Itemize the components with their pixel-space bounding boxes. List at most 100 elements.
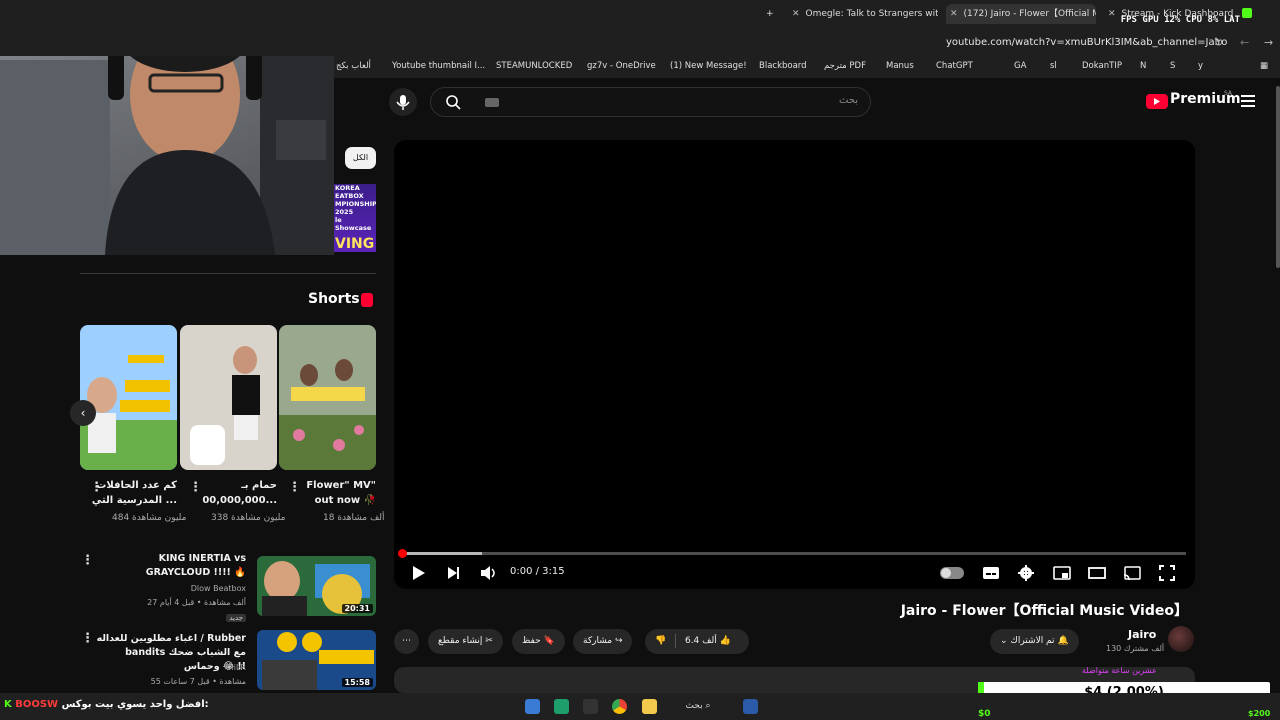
play-icon[interactable] (410, 564, 430, 582)
promo-text: 2025 (335, 208, 354, 216)
bookmark-item[interactable]: Manus (886, 61, 914, 71)
bookmark-item[interactable]: ChatGPT (936, 61, 973, 71)
subscriber-count: 130 ألف مشترك (1106, 644, 1165, 653)
back-icon[interactable]: → (1264, 36, 1273, 49)
autoplay-toggle[interactable] (940, 567, 964, 579)
scrollbar[interactable] (1276, 86, 1280, 268)
subscribed-button[interactable]: ⌄ تم الاشتراك 🔔 (990, 629, 1079, 654)
rec-video-title[interactable]: اغباء مطلوبين للعداله / Rubber bandits م… (96, 632, 246, 674)
fullscreen-icon[interactable] (1158, 564, 1178, 582)
divider (80, 273, 376, 274)
more-options-icon[interactable]: ⋮ (81, 553, 94, 568)
url-field[interactable]: youtube.com/watch?v=xmuBUrKl3IM&ab_chann… (946, 37, 1227, 48)
more-options-icon[interactable]: ⋮ (189, 480, 202, 495)
more-actions-button[interactable]: ⋯ (394, 629, 419, 654)
rec-thumbnail[interactable]: 15:58 (257, 630, 376, 690)
more-bookmarks-icon[interactable]: ▦ (1260, 61, 1268, 71)
bookmark-item[interactable]: gz7v - OneDrive (587, 61, 656, 71)
taskbar-app-icon[interactable] (743, 699, 758, 714)
bookmark-item[interactable]: Blackboard (759, 61, 807, 71)
volume-icon[interactable] (479, 564, 499, 582)
close-icon[interactable]: ✕ (950, 9, 958, 19)
more-options-icon[interactable]: ⋮ (288, 480, 301, 495)
chrome-icon[interactable] (612, 699, 627, 714)
promo-thumbnail[interactable]: KOREA EATBOX MPIONSHIP 2025 le Showcase … (334, 184, 376, 252)
shorts-prev-button[interactable]: ‹ (70, 400, 96, 426)
promo-text: le Showcase (335, 216, 372, 232)
short-image (180, 325, 277, 470)
tab-omegle[interactable]: ✕ Omegle: Talk to Strangers with (788, 4, 938, 24)
screen: + ✕ Omegle: Talk to Strangers with ✕ (172)… (0, 0, 1280, 720)
like-icon[interactable]: 👍 (720, 636, 731, 646)
close-icon[interactable]: ✕ (792, 9, 800, 19)
chip-all[interactable]: الكل (345, 147, 376, 169)
short-thumbnail[interactable] (279, 325, 376, 470)
bookmark-item[interactable]: STEAMUNLOCKED (496, 61, 572, 71)
folder-icon[interactable] (642, 699, 657, 714)
terminal-icon[interactable] (583, 699, 598, 714)
search-icon[interactable] (445, 94, 461, 110)
bookmark-item[interactable]: (1) New Message! (670, 61, 747, 71)
hamburger-menu-icon[interactable] (1241, 95, 1255, 110)
short-views: 18 ألف مشاهدة (323, 513, 385, 523)
taskbar-app-icon[interactable] (554, 699, 569, 714)
share-button[interactable]: مشاركة ↪ (573, 629, 633, 654)
channel-avatar[interactable] (1168, 626, 1194, 652)
taskbar-app-icon[interactable] (525, 699, 540, 714)
tab-youtube[interactable]: ✕ (172) Jairo - Flower【Official Mu (946, 4, 1096, 24)
dislike-icon[interactable]: 👎 (655, 636, 666, 646)
goal-caption: عشرين ساعة متواصلة (1082, 666, 1157, 675)
like-count[interactable]: 6.4 ألف (685, 636, 717, 646)
taskbar-search[interactable]: بحث ⌕ (668, 698, 728, 715)
progress-buffer (402, 552, 482, 555)
bookmark-item[interactable]: ألعاب بكج (336, 61, 371, 71)
bookmark-item[interactable]: GA (1014, 61, 1026, 71)
bookmark-item[interactable]: S (1170, 61, 1175, 71)
promo-text: EATBOX (335, 192, 364, 200)
youtube-logo-icon[interactable] (1146, 94, 1168, 109)
save-button[interactable]: حفظ 🔖 (512, 629, 565, 654)
next-icon[interactable] (445, 564, 465, 582)
bookmark-item[interactable]: مترجم PDF (824, 61, 866, 71)
rec-video-title[interactable]: KING INERTIA vs GRAYCLOUD !!!! 🔥 (96, 552, 246, 580)
bookmark-item[interactable]: Youtube thumbnail I... (392, 61, 485, 71)
forward-icon[interactable]: ← (1240, 36, 1249, 49)
channel-name[interactable]: Jairo (1128, 628, 1156, 641)
rec-channel[interactable]: Dlow Beatbox (191, 584, 246, 593)
short-thumbnail[interactable] (80, 325, 177, 470)
like-dislike-group: 👎 6.4 ألف 👍 (645, 629, 749, 654)
scrubber-handle[interactable] (398, 549, 407, 558)
lat-label: LAT (1223, 15, 1240, 25)
rec-meta: 27 ألف مشاهدة • قبل 4 أيام (147, 598, 246, 607)
clip-button[interactable]: إنشاء مقطع ✂ (428, 629, 503, 654)
bookmark-item[interactable]: N (1140, 61, 1146, 71)
chat-text: افضل واحد يسوي بيت بوكس: (61, 699, 209, 710)
voice-search-button[interactable] (389, 88, 417, 116)
bookmark-item[interactable]: DokanTIP (1082, 61, 1122, 71)
progress-bar[interactable] (402, 552, 1186, 555)
video-player[interactable] (394, 140, 1195, 589)
more-options-icon[interactable]: ⋮ (90, 480, 103, 495)
new-tab-button[interactable]: + (762, 4, 780, 24)
close-icon[interactable]: ✕ (1108, 9, 1116, 19)
search-box[interactable]: بحث (430, 87, 871, 117)
perf-overlay: FPS GPU 12% CPU 8% LAT (1121, 15, 1240, 25)
new-badge: جديد (226, 613, 246, 622)
settings-gear-icon[interactable] (1017, 564, 1037, 582)
bookmark-icon: 🔖 (543, 636, 555, 646)
rec-channel[interactable]: TiiLR (227, 663, 246, 672)
subtitles-icon[interactable] (982, 564, 1002, 582)
search-input[interactable]: بحث (839, 95, 858, 106)
cast-icon[interactable] (1123, 564, 1143, 582)
theater-mode-icon[interactable] (1088, 564, 1108, 582)
bookmark-item[interactable]: sl (1050, 61, 1057, 71)
keyboard-icon[interactable] (485, 98, 499, 107)
reload-icon[interactable]: ↻ (1214, 36, 1223, 49)
share-icon: ↪ (614, 636, 623, 646)
miniplayer-icon[interactable] (1053, 564, 1073, 582)
bookmark-item[interactable]: y (1198, 61, 1203, 71)
more-options-icon[interactable]: ⋮ (81, 631, 94, 646)
rec-thumbnail[interactable]: 20:31 (257, 556, 376, 616)
short-thumbnail[interactable] (180, 325, 277, 470)
region-code: SA (1224, 90, 1233, 97)
